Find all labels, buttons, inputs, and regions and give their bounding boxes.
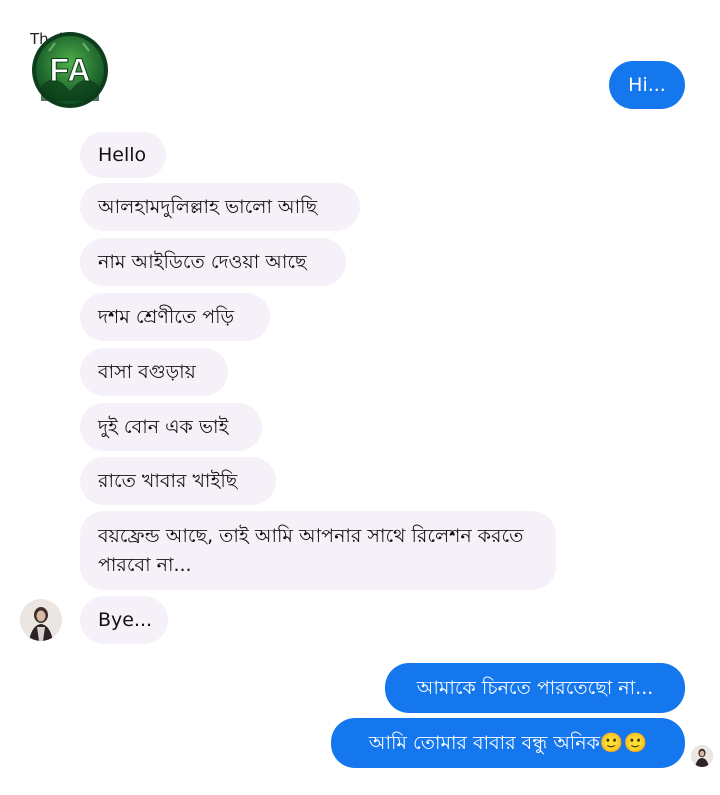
sender-avatar[interactable] (20, 599, 62, 641)
message-text: Bye... (98, 609, 153, 631)
svg-text:FA: FA (50, 52, 91, 88)
sent-message[interactable]: আমি তোমার বাবার বন্ধু অনিক🙂🙂 (331, 718, 685, 768)
received-message[interactable]: Bye... (80, 596, 168, 644)
read-receipt-avatar (691, 745, 713, 767)
received-message[interactable]: নাম আইডিতে দেওয়া আছে (80, 238, 346, 286)
received-message[interactable]: আলহামদুলিল্লাহ ভালো আছি (80, 183, 360, 231)
message-text: বয়ফ্রেন্ড আছে, তাই আমি আপনার সাথে রিলেশ… (98, 525, 524, 576)
sent-message[interactable]: আমাকে চিনতে পারতেছো না... (385, 663, 685, 713)
message-text: Hello (98, 144, 147, 166)
message-text: দশম শ্রেণীতে পড়ি (98, 306, 235, 328)
received-message[interactable]: বাসা বগুড়ায় (80, 348, 228, 396)
profile-photo-icon (20, 599, 62, 641)
message-text: বাসা বগুড়ায় (98, 361, 196, 383)
message-text: রাতে খাবার খাইছি (98, 470, 238, 492)
profile-photo-icon (691, 745, 713, 767)
message-text: আমাকে চিনতে পারতেছো না... (416, 677, 654, 699)
message-text: আমি তোমার বাবার বন্ধু অনিক🙂🙂 (368, 732, 648, 754)
received-message[interactable]: রাতে খাবার খাইছি (80, 457, 276, 505)
fa-logo: FA (32, 32, 108, 108)
message-text: নাম আইডিতে দেওয়া আছে (98, 251, 307, 273)
received-message[interactable]: দশম শ্রেণীতে পড়ি (80, 293, 270, 341)
message-text: দুই বোন এক ভাই (98, 416, 229, 438)
received-message[interactable]: দুই বোন এক ভাই (80, 403, 262, 451)
message-text: Hi... (628, 74, 666, 96)
received-message[interactable]: বয়ফ্রেন্ড আছে, তাই আমি আপনার সাথে রিলেশ… (80, 511, 556, 590)
message-text: আলহামদুলিল্লাহ ভালো আছি (98, 196, 318, 218)
received-message[interactable]: Hello (80, 132, 166, 178)
sent-message[interactable]: Hi... (609, 61, 685, 109)
